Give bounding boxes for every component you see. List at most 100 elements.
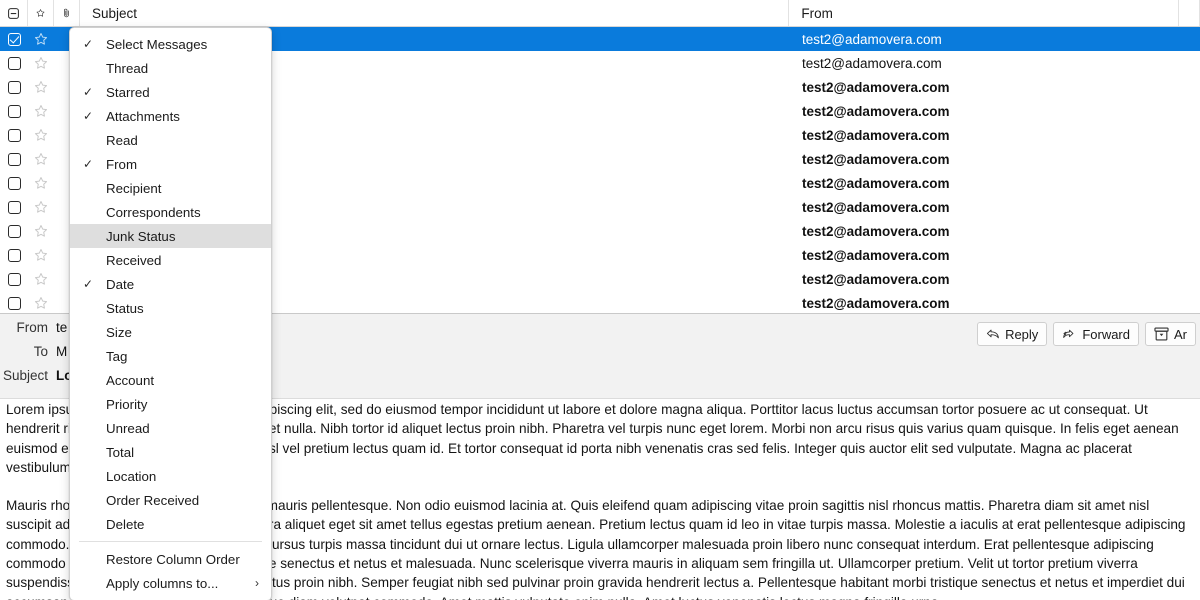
row-star-toggle[interactable] — [28, 123, 54, 147]
column-header-select-messages[interactable] — [0, 0, 28, 26]
row-checkbox[interactable] — [0, 291, 28, 315]
message-to-value[interactable]: M — [56, 344, 67, 359]
row-star-toggle[interactable] — [28, 99, 54, 123]
menu-item-label: Date — [106, 276, 135, 292]
row-checkbox[interactable] — [0, 123, 28, 147]
menu-item-label: Restore Column Order — [106, 551, 240, 567]
column-header-date[interactable] — [1179, 0, 1200, 26]
menu-item-tag[interactable]: Tag — [70, 344, 271, 368]
menu-item-read[interactable]: Read — [70, 128, 271, 152]
row-from: test2@adamovera.com — [802, 271, 950, 287]
star-icon — [34, 297, 48, 309]
row-star-toggle[interactable] — [28, 219, 54, 243]
checkbox-glyph — [7, 200, 21, 214]
menu-item-thread[interactable]: Thread — [70, 56, 271, 80]
menu-item-status[interactable]: Status — [70, 296, 271, 320]
row-checkbox[interactable] — [0, 267, 28, 291]
row-checkbox[interactable] — [0, 27, 28, 51]
menu-item-starred[interactable]: ✓ Starred — [70, 80, 271, 104]
menu-item-label: Size — [106, 324, 132, 340]
menu-item-from[interactable]: ✓ From — [70, 152, 271, 176]
column-header-attachments[interactable] — [54, 0, 80, 26]
row-star-toggle[interactable] — [28, 243, 54, 267]
menu-item-label: Account — [106, 372, 155, 388]
reply-button[interactable]: Reply — [977, 322, 1048, 346]
menu-item-account[interactable]: Account — [70, 368, 271, 392]
menu-item-delete[interactable]: Delete — [70, 512, 271, 536]
menu-item-recipient[interactable]: Recipient — [70, 176, 271, 200]
menu-item-unread[interactable]: Unread — [70, 416, 271, 440]
column-header-subject[interactable]: Subject — [80, 0, 790, 26]
row-date — [1180, 99, 1200, 123]
menu-item-restore-column-order[interactable]: Restore Column Order — [70, 547, 271, 571]
menu-item-label: Status — [106, 300, 144, 316]
menu-item-select-messages[interactable]: ✓ Select Messages — [70, 32, 271, 56]
menu-item-label: Attachments — [106, 108, 180, 124]
menu-item-label: Unread — [106, 420, 150, 436]
menu-item-label: Read — [106, 132, 138, 148]
star-icon — [34, 81, 48, 93]
menu-item-label: Order Received — [106, 492, 200, 508]
menu-item-attachments[interactable]: ✓ Attachments — [70, 104, 271, 128]
star-icon — [34, 153, 48, 165]
menu-item-order-received[interactable]: Order Received — [70, 488, 271, 512]
checkbox-glyph — [7, 152, 21, 166]
column-header-starred[interactable] — [28, 0, 54, 26]
column-picker-context-menu[interactable]: ✓ Select Messages Thread ✓ Starred ✓ Attachmen… — [69, 27, 272, 600]
row-from: test2@adamovera.com — [802, 175, 950, 191]
star-icon — [34, 105, 48, 117]
row-date — [1180, 171, 1200, 195]
row-checkbox[interactable] — [0, 75, 28, 99]
row-star-toggle[interactable] — [28, 171, 54, 195]
menu-item-label: From — [106, 156, 138, 172]
row-from: test2@adamovera.com — [802, 103, 950, 119]
column-header-from[interactable]: From — [789, 0, 1179, 26]
row-star-toggle[interactable] — [28, 27, 54, 51]
row-date — [1180, 195, 1200, 219]
row-checkbox[interactable] — [0, 147, 28, 171]
checkbox-glyph — [7, 176, 21, 190]
menu-item-apply-columns-to[interactable]: Apply columns to... › — [70, 571, 271, 595]
menu-item-junk-status[interactable]: Junk Status — [70, 224, 271, 248]
star-icon — [36, 9, 45, 17]
column-header-from-label: From — [801, 5, 833, 21]
check-icon: ✓ — [83, 157, 94, 171]
checkbox-glyph — [7, 272, 21, 286]
row-checkbox[interactable] — [0, 51, 28, 75]
row-star-toggle[interactable] — [28, 267, 54, 291]
menu-item-date[interactable]: ✓ Date — [70, 272, 271, 296]
row-date — [1180, 147, 1200, 171]
message-from-value[interactable]: te — [56, 320, 67, 335]
row-from: test2@adamovera.com — [802, 31, 942, 47]
menu-item-label: Starred — [106, 84, 150, 100]
row-checkbox[interactable] — [0, 243, 28, 267]
row-checkbox[interactable] — [0, 219, 28, 243]
forward-button[interactable]: Forward — [1053, 322, 1139, 346]
menu-item-location[interactable]: Location — [70, 464, 271, 488]
row-star-toggle[interactable] — [28, 75, 54, 99]
row-checkbox[interactable] — [0, 171, 28, 195]
menu-item-received[interactable]: Received — [70, 248, 271, 272]
row-checkbox[interactable] — [0, 195, 28, 219]
row-star-toggle[interactable] — [28, 147, 54, 171]
row-checkbox[interactable] — [0, 99, 28, 123]
menu-item-label: Received — [106, 252, 162, 268]
checkbox-glyph — [7, 104, 21, 118]
forward-button-label: Forward — [1082, 326, 1130, 342]
row-star-toggle[interactable] — [28, 291, 54, 315]
menu-item-priority[interactable]: Priority — [70, 392, 271, 416]
row-from: test2@adamovera.com — [802, 79, 950, 95]
star-icon — [34, 177, 48, 189]
menu-item-total[interactable]: Total — [70, 440, 271, 464]
archive-button[interactable]: Ar — [1145, 322, 1196, 346]
chevron-right-icon: › — [255, 576, 259, 590]
row-star-toggle[interactable] — [28, 195, 54, 219]
check-icon: ✓ — [83, 85, 94, 99]
message-action-buttons: Reply Forward Ar — [977, 322, 1196, 346]
message-subject-label: Subject — [2, 368, 48, 383]
menu-item-correspondents[interactable]: Correspondents — [70, 200, 271, 224]
row-date — [1180, 291, 1200, 315]
column-header-row[interactable]: Subject From — [0, 0, 1200, 27]
menu-item-size[interactable]: Size — [70, 320, 271, 344]
row-star-toggle[interactable] — [28, 51, 54, 75]
